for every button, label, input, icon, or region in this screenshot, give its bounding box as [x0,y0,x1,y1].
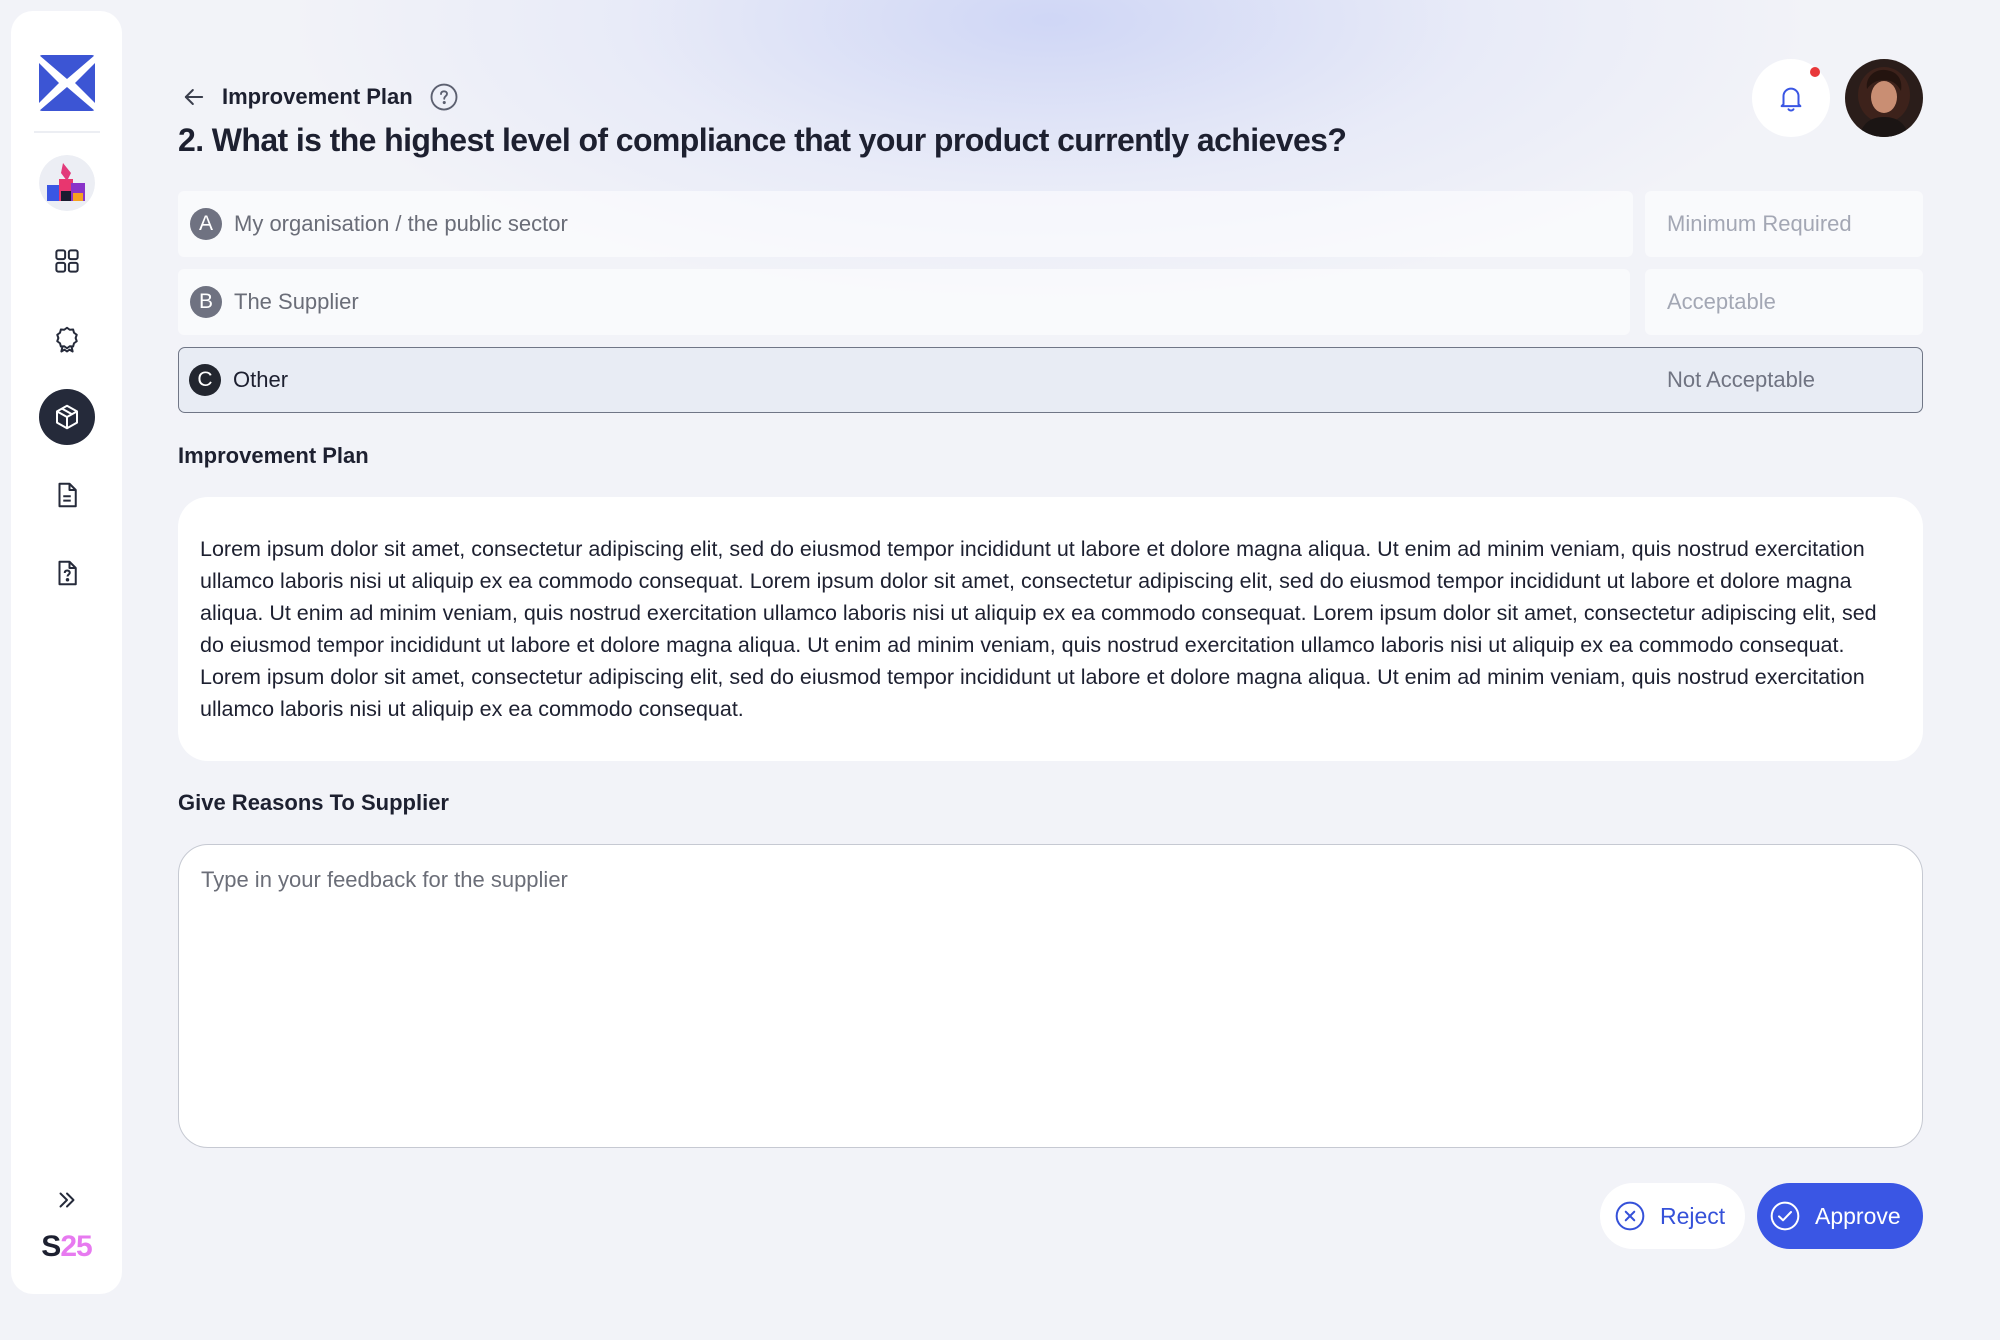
document-icon [58,482,77,508]
reject-button[interactable]: Reject [1600,1183,1745,1249]
expand-sidebar-button[interactable] [49,1182,85,1218]
option-c-status: Not Acceptable [1667,367,1815,392]
brand-mark-s: S [41,1230,61,1263]
nav-dashboard[interactable] [39,233,95,289]
x-circle-icon [1615,1201,1645,1231]
option-b[interactable]: B The Supplier [178,269,1630,335]
brand-mark-number: 25 [60,1230,92,1263]
box-icon [55,404,78,430]
breadcrumb: Improvement Plan [180,80,459,114]
option-b-status[interactable]: Acceptable [1645,269,1923,335]
option-a[interactable]: A My organisation / the public sector [178,191,1633,257]
sidebar: S25 [11,11,122,1294]
nav-awards[interactable] [39,311,95,367]
option-label: The Supplier [234,289,359,314]
option-letter-badge: C [189,364,221,396]
nav-products[interactable] [38,389,95,445]
sidebar-divider [33,131,100,133]
grid-icon [54,249,79,273]
help-icon[interactable] [429,82,459,112]
improvement-plan-card: Lorem ipsum dolor sit amet, consectetur … [178,497,1923,761]
check-circle-icon [1770,1201,1800,1231]
brand-mark: S25 [41,1230,92,1264]
reject-label: Reject [1660,1202,1726,1229]
notifications-button[interactable] [1752,59,1830,137]
reasons-label: Give Reasons To Supplier [178,790,449,815]
approve-button[interactable]: Approve [1757,1183,1923,1249]
improvement-plan-text: Lorem ipsum dolor sit amet, consectetur … [200,537,1877,721]
supplier-feedback-input[interactable] [178,844,1923,1148]
organisation-avatar[interactable] [38,155,95,211]
option-label: My organisation / the public sector [234,211,568,236]
option-label: Other [233,367,289,392]
option-letter-badge: A [190,208,222,240]
user-avatar[interactable] [1845,59,1923,137]
approve-label: Approve [1815,1202,1901,1229]
option-letter-badge: B [190,286,222,318]
option-a-status[interactable]: Minimum Required [1645,191,1923,257]
document-question-icon [58,560,77,586]
back-arrow-icon[interactable] [180,83,208,111]
option-c-selected[interactable]: C Other [178,347,1923,413]
award-icon [55,326,78,353]
improvement-plan-label: Improvement Plan [178,443,369,468]
notification-dot [1810,67,1820,77]
nav-questionnaires[interactable] [39,545,95,601]
bell-icon [1780,87,1802,112]
app-logo[interactable] [38,55,95,111]
nav-documents[interactable] [39,467,95,523]
question-title: 2. What is the highest level of complian… [178,122,1347,158]
breadcrumb-title: Improvement Plan [222,84,413,109]
chevrons-right-icon [59,1192,74,1208]
